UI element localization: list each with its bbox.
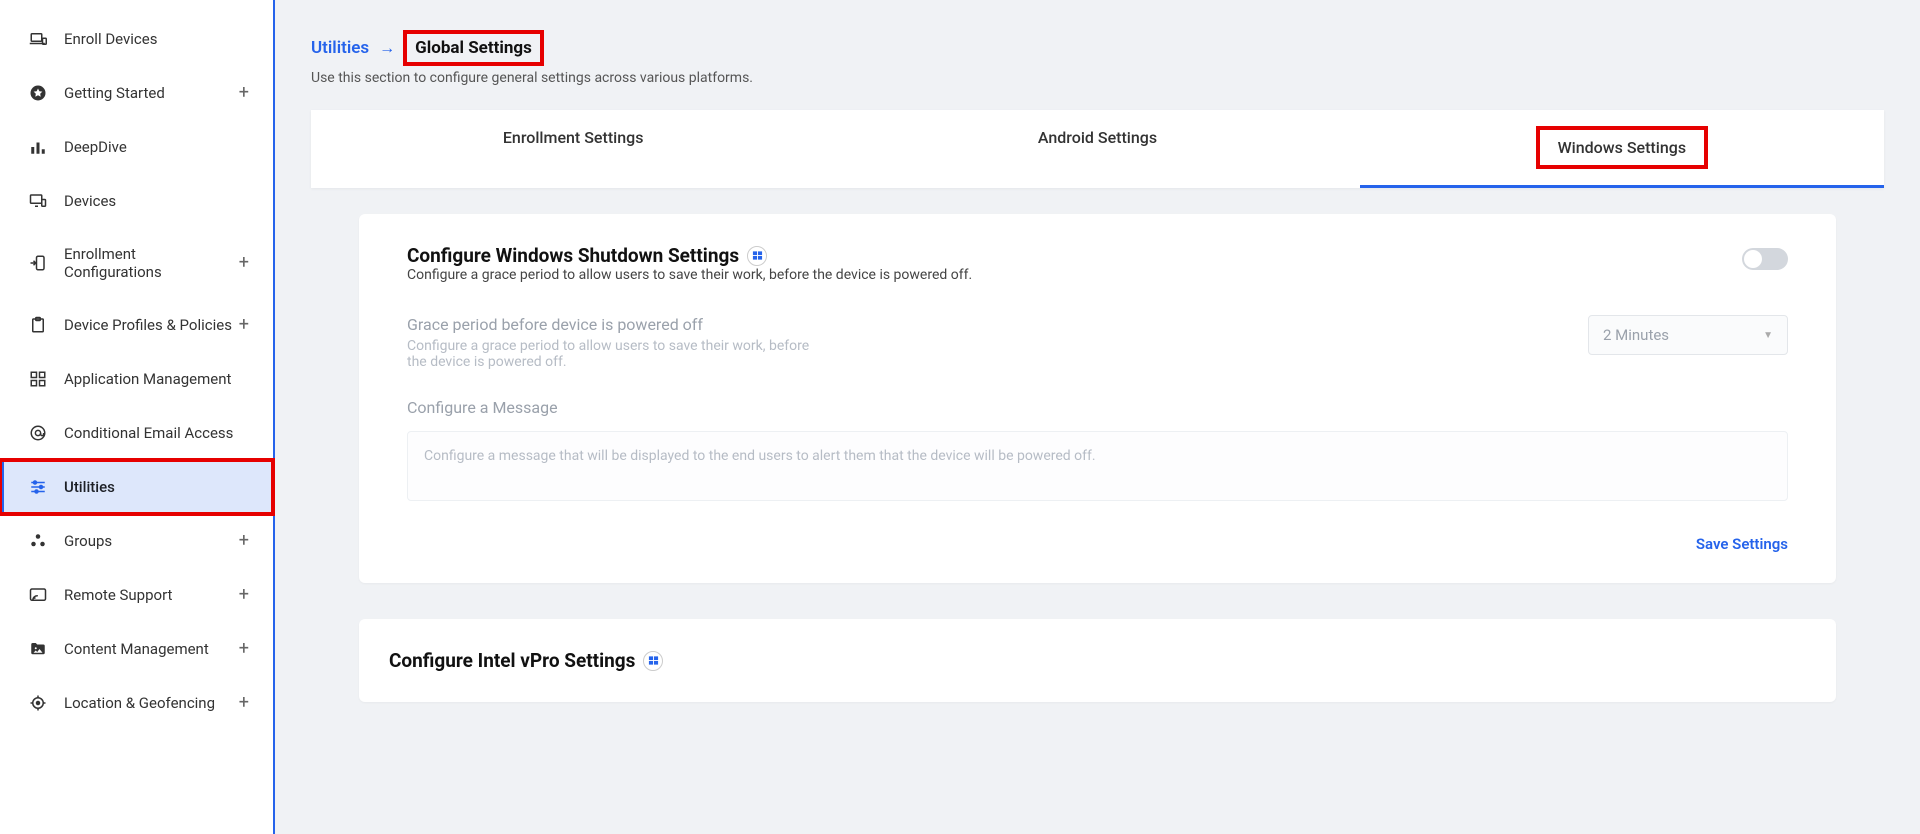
breadcrumb: Utilities → Global Settings xyxy=(311,32,1884,64)
sidebar: Enroll Devices Getting Started + DeepDiv… xyxy=(0,0,275,834)
sidebar-item-label: Enrollment Configurations xyxy=(64,245,235,281)
sidebar-item-label: Conditional Email Access xyxy=(64,424,253,442)
plus-icon[interactable]: + xyxy=(235,532,253,550)
tab-label: Windows Settings xyxy=(1538,128,1706,167)
cast-icon xyxy=(28,585,48,605)
sidebar-item-label: Application Management xyxy=(64,370,253,388)
windows-shutdown-card: Configure Windows Shutdown Settings Conf… xyxy=(359,214,1836,583)
grace-period-field: Grace period before device is powered of… xyxy=(407,315,1788,370)
crosshair-icon xyxy=(28,693,48,713)
plus-icon[interactable]: + xyxy=(235,316,253,334)
tab-android-settings[interactable]: Android Settings xyxy=(835,110,1359,188)
breadcrumb-parent[interactable]: Utilities xyxy=(311,38,369,58)
plus-icon[interactable]: + xyxy=(235,694,253,712)
sidebar-item-conditional-email[interactable]: Conditional Email Access xyxy=(0,406,273,460)
windows-icon xyxy=(643,651,663,671)
tab-bar: Enrollment Settings Android Settings Win… xyxy=(311,110,1884,188)
sidebar-item-label: Device Profiles & Policies xyxy=(64,316,235,334)
field-label: Configure a Message xyxy=(407,398,1788,417)
chevron-down-icon: ▼ xyxy=(1763,330,1773,341)
clipboard-icon xyxy=(28,315,48,335)
sidebar-item-groups[interactable]: Groups + xyxy=(0,514,273,568)
sidebar-item-device-profiles[interactable]: Device Profiles & Policies + xyxy=(0,298,273,352)
sidebar-item-enroll-devices[interactable]: Enroll Devices xyxy=(0,12,273,66)
tab-windows-settings[interactable]: Windows Settings xyxy=(1360,110,1884,188)
intel-vpro-card: Configure Intel vPro Settings xyxy=(359,619,1836,702)
sidebar-item-content-management[interactable]: Content Management + xyxy=(0,622,273,676)
card-title: Configure Intel vPro Settings xyxy=(389,649,635,672)
tab-label: Android Settings xyxy=(1038,128,1157,147)
tab-label: Enrollment Settings xyxy=(503,128,644,147)
sidebar-item-label: Groups xyxy=(64,532,235,550)
sidebar-item-deepdive[interactable]: DeepDive xyxy=(0,120,273,174)
breadcrumb-current: Global Settings xyxy=(405,32,542,64)
message-field: Configure a Message xyxy=(407,398,1788,505)
page-description: Use this section to configure general se… xyxy=(311,70,1884,86)
field-hint: Configure a grace period to allow users … xyxy=(407,338,827,370)
sidebar-item-label: Remote Support xyxy=(64,586,235,604)
field-label: Grace period before device is powered of… xyxy=(407,315,1548,334)
sidebar-item-utilities[interactable]: Utilities xyxy=(0,460,273,514)
plus-icon[interactable]: + xyxy=(235,254,253,272)
phone-arrow-icon xyxy=(28,253,48,273)
sidebar-item-label: Location & Geofencing xyxy=(64,694,235,712)
sidebar-item-label: Getting Started xyxy=(64,84,235,102)
sidebar-item-getting-started[interactable]: Getting Started + xyxy=(0,66,273,120)
select-value: 2 Minutes xyxy=(1603,326,1669,344)
arrow-right-icon: → xyxy=(379,38,395,58)
star-circle-icon xyxy=(28,83,48,103)
plus-icon[interactable]: + xyxy=(235,640,253,658)
bar-chart-icon xyxy=(28,137,48,157)
sidebar-item-label: Enroll Devices xyxy=(64,30,253,48)
dots-icon xyxy=(28,531,48,551)
grace-period-select[interactable]: 2 Minutes ▼ xyxy=(1588,315,1788,355)
sidebar-item-remote-support[interactable]: Remote Support + xyxy=(0,568,273,622)
sidebar-item-label: Content Management xyxy=(64,640,235,658)
at-icon xyxy=(28,423,48,443)
card-title: Configure Windows Shutdown Settings xyxy=(407,244,739,267)
sidebar-item-label: DeepDive xyxy=(64,138,253,156)
devices-icon xyxy=(28,191,48,211)
sidebar-item-location-geofencing[interactable]: Location & Geofencing + xyxy=(0,676,273,730)
sidebar-item-label: Devices xyxy=(64,192,253,210)
laptop-icon xyxy=(28,29,48,49)
shutdown-toggle[interactable] xyxy=(1742,248,1788,270)
grid-icon xyxy=(28,369,48,389)
sidebar-item-label: Utilities xyxy=(64,478,253,496)
folder-image-icon xyxy=(28,639,48,659)
sliders-icon xyxy=(28,477,48,497)
windows-icon xyxy=(747,246,767,266)
sidebar-item-application-management[interactable]: Application Management xyxy=(0,352,273,406)
save-settings-button[interactable]: Save Settings xyxy=(1696,535,1788,553)
plus-icon[interactable]: + xyxy=(235,586,253,604)
message-textarea[interactable] xyxy=(407,431,1788,501)
plus-icon[interactable]: + xyxy=(235,84,253,102)
tab-enrollment-settings[interactable]: Enrollment Settings xyxy=(311,110,835,188)
card-description: Configure a grace period to allow users … xyxy=(407,267,972,283)
main-content: Utilities → Global Settings Use this sec… xyxy=(275,0,1920,834)
sidebar-item-devices[interactable]: Devices xyxy=(0,174,273,228)
sidebar-item-enrollment-configurations[interactable]: Enrollment Configurations + xyxy=(0,228,273,298)
